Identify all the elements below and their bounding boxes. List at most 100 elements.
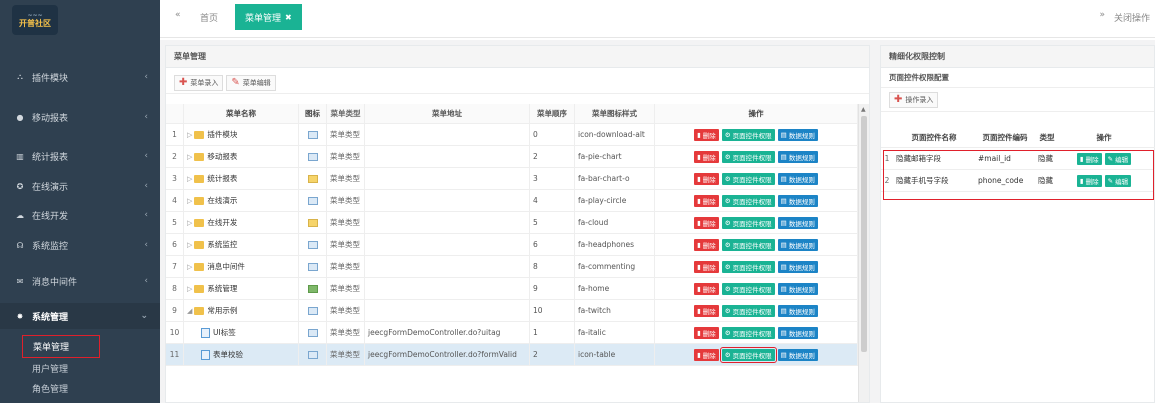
data-rule-button[interactable]: ▤ 数据规则 (777, 260, 818, 273)
delete-button[interactable]: ▮ 删除 (694, 326, 719, 339)
page-control-permission-button[interactable]: ⚙ 页面控件权限 (721, 216, 775, 229)
menu-name-cell[interactable]: ▷ 移动报表 (184, 146, 299, 167)
close-ops-dropdown[interactable]: 关闭操作 (1114, 11, 1150, 24)
data-rule-button[interactable]: ▤ 数据规则 (777, 282, 818, 295)
table-row[interactable]: 3 ▷ 统计报表 菜单类型 3 fa-bar-chart-o ▮ 删除 ⚙ 页面控件权限 ▤ 数… (166, 168, 858, 190)
menu-name-cell[interactable]: ▷ 在线演示 (184, 190, 299, 211)
delete-button[interactable]: ▮ 删除 (694, 238, 719, 251)
sidebar-item-online-dev[interactable]: ☁ 在线开发 ‹ (0, 205, 160, 225)
edit-button[interactable]: ✎ 编辑 (1104, 174, 1132, 187)
page-control-permission-button[interactable]: ⚙ 页面控件权限 (721, 326, 775, 339)
menu-name-cell[interactable]: ▷ 插件模块 (184, 124, 299, 145)
page-control-permission-button[interactable]: ⚙ 页面控件权限 (721, 304, 775, 317)
page-control-permission-button[interactable]: ⚙ 页面控件权限 (721, 128, 775, 141)
tab-home[interactable]: 首页 (200, 11, 218, 24)
menu-name-cell[interactable]: ◢ 常用示例 (184, 300, 299, 321)
data-rule-button[interactable]: ▤ 数据规则 (777, 304, 818, 317)
table-row[interactable]: 5 ▷ 在线开发 菜单类型 5 fa-cloud ▮ 删除 ⚙ 页面控件权限 ▤ 数据规则 (166, 212, 858, 234)
header-control-type[interactable]: 类型 (1035, 128, 1059, 147)
sidebar-item-system-monitor[interactable]: ☊ 系统监控 ‹ (0, 235, 160, 255)
header-style[interactable]: 菜单图标样式 (575, 104, 655, 123)
data-rule-button[interactable]: ▤ 数据规则 (777, 326, 818, 339)
logo[interactable]: ~~~ 开普社区 (0, 0, 160, 40)
delete-button[interactable]: ▮ 删除 (1076, 152, 1102, 165)
scroll-up-icon[interactable]: ▲ (861, 106, 866, 113)
data-rule-button[interactable]: ▤ 数据规则 (777, 216, 818, 229)
table-row[interactable]: 7 ▷ 消息中间件 菜单类型 8 fa-commenting ▮ 删除 ⚙ 页面控件权限 ▤ 数… (166, 256, 858, 278)
delete-button[interactable]: ▮ 删除 (694, 260, 719, 273)
page-control-permission-button[interactable]: ⚙ 页面控件权限 (719, 346, 777, 363)
table-row[interactable]: 8 ▷ 系统管理 菜单类型 9 fa-home ▮ 删除 ⚙ 页面控件权限 ▤ 数据规则 (166, 278, 858, 300)
data-rule-button[interactable]: ▤ 数据规则 (777, 172, 818, 185)
page-control-permission-button[interactable]: ⚙ 页面控件权限 (721, 150, 775, 163)
menu-name-cell[interactable]: 表单校验 (184, 344, 299, 365)
menu-name-cell[interactable]: ▷ 消息中间件 (184, 256, 299, 277)
table-row[interactable]: 6 ▷ 系统监控 菜单类型 6 fa-headphones ▮ 删除 ⚙ 页面控件权限 ▤ 数据… (166, 234, 858, 256)
header-url[interactable]: 菜单地址 (365, 104, 530, 123)
permission-row[interactable]: 1 隐藏邮箱字段 #mail_id 隐藏 ▮ 删除 ✎ 编辑 (881, 148, 1155, 170)
sidebar-item-stats-report[interactable]: ▥ 统计报表 ‹ (0, 146, 160, 166)
caret-down-icon[interactable]: ◢ (187, 307, 192, 315)
page-control-permission-button[interactable]: ⚙ 页面控件权限 (721, 194, 775, 207)
page-control-permission-button[interactable]: ⚙ 页面控件权限 (721, 172, 775, 185)
table-row[interactable]: 4 ▷ 在线演示 菜单类型 4 fa-play-circle ▮ 删除 ⚙ 页面控件权限 ▤ 数… (166, 190, 858, 212)
data-rule-button[interactable]: ▤ 数据规则 (777, 348, 818, 361)
header-name[interactable]: 菜单名称 (184, 104, 299, 123)
caret-right-icon[interactable]: ▷ (187, 241, 192, 249)
delete-button[interactable]: ▮ 删除 (694, 216, 719, 229)
table-row[interactable]: 2 ▷ 移动报表 菜单类型 2 fa-pie-chart ▮ 删除 ⚙ 页面控件权限 ▤ 数据规… (166, 146, 858, 168)
menu-name-cell[interactable]: ▷ 系统管理 (184, 278, 299, 299)
data-rule-button[interactable]: ▤ 数据规则 (777, 194, 818, 207)
data-rule-button[interactable]: ▤ 数据规则 (777, 150, 818, 163)
header-icon[interactable]: 图标 (299, 104, 327, 123)
delete-button[interactable]: ▮ 删除 (694, 150, 719, 163)
header-order[interactable]: 菜单顺序 (530, 104, 575, 123)
data-rule-button[interactable]: ▤ 数据规则 (777, 238, 818, 251)
table-row[interactable]: 10 UI标签 菜单类型 jeecgFormDemoController.do?uit… (166, 322, 858, 344)
sidebar-item-online-demo[interactable]: ✪ 在线演示 ‹ (0, 176, 160, 196)
edit-menu-button[interactable]: ✎ 菜单编辑 (226, 74, 276, 91)
sidebar-subitem-role-manage[interactable]: 角色管理 (0, 379, 160, 397)
add-operation-button[interactable]: ✚ 操作录入 (889, 91, 939, 108)
menu-name-cell[interactable]: ▷ 在线开发 (184, 212, 299, 233)
header-type[interactable]: 菜单类型 (327, 104, 365, 123)
table-row[interactable]: 11 表单校验 菜单类型 jeecgFormDemoController.do?for… (166, 344, 858, 366)
delete-button[interactable]: ▮ 删除 (694, 304, 719, 317)
delete-button[interactable]: ▮ 删除 (694, 172, 719, 185)
tab-menu-manage[interactable]: 菜单管理 ✖ (235, 4, 302, 30)
header-control-name[interactable]: 页面控件名称 (893, 128, 975, 147)
caret-right-icon[interactable]: ▷ (187, 131, 192, 139)
caret-right-icon[interactable]: ▷ (187, 175, 192, 183)
header-control-code[interactable]: 页面控件编码 (975, 128, 1035, 147)
caret-right-icon[interactable]: ▷ (187, 219, 192, 227)
tab-scroll-left-icon[interactable]: « (175, 10, 181, 20)
delete-button[interactable]: ▮ 删除 (694, 128, 719, 141)
delete-button[interactable]: ▮ 删除 (694, 282, 719, 295)
sidebar-item-system-manage[interactable]: ✸ 系统管理 ⌄ (0, 303, 160, 329)
sidebar-subitem-menu-manage[interactable]: 菜单管理 (0, 334, 160, 358)
scrollbar-thumb[interactable] (861, 116, 867, 352)
tab-scroll-right-icon[interactable]: » (1099, 10, 1105, 20)
sidebar-item-mobile-report[interactable]: ● 移动报表 ‹ (0, 107, 160, 127)
close-icon[interactable]: ✖ (285, 13, 292, 22)
delete-button[interactable]: ▮ 删除 (1076, 174, 1102, 187)
page-control-permission-button[interactable]: ⚙ 页面控件权限 (721, 260, 775, 273)
sidebar-item-plugins[interactable]: ⛬ 插件模块 ‹ (0, 67, 160, 87)
grid-scrollbar[interactable]: ▲ (858, 104, 869, 402)
table-row[interactable]: 1 ▷ 插件模块 菜单类型 0 icon-download-alt ▮ 删除 ⚙ 页面控件权限… (166, 124, 858, 146)
delete-button[interactable]: ▮ 删除 (694, 194, 719, 207)
sidebar-item-message-middleware[interactable]: ✉ 消息中间件 ‹ (0, 271, 160, 291)
table-row[interactable]: 9 ◢ 常用示例 菜单类型 10 fa-twitch ▮ 删除 ⚙ 页面控件权限 ▤ 数据规则 (166, 300, 858, 322)
menu-name-cell[interactable]: UI标签 (184, 322, 299, 343)
caret-right-icon[interactable]: ▷ (187, 285, 192, 293)
caret-right-icon[interactable]: ▷ (187, 197, 192, 205)
permission-row[interactable]: 2 隐藏手机号字段 phone_code 隐藏 ▮ 删除 ✎ 编辑 (881, 170, 1155, 192)
add-menu-button[interactable]: ✚ 菜单录入 (174, 74, 224, 91)
page-control-permission-button[interactable]: ⚙ 页面控件权限 (721, 238, 775, 251)
delete-button[interactable]: ▮ 删除 (694, 348, 719, 361)
caret-right-icon[interactable]: ▷ (187, 263, 192, 271)
menu-name-cell[interactable]: ▷ 统计报表 (184, 168, 299, 189)
page-control-permission-button[interactable]: ⚙ 页面控件权限 (721, 282, 775, 295)
sidebar-subitem-user-manage[interactable]: 用户管理 (0, 359, 160, 377)
edit-button[interactable]: ✎ 编辑 (1104, 152, 1132, 165)
